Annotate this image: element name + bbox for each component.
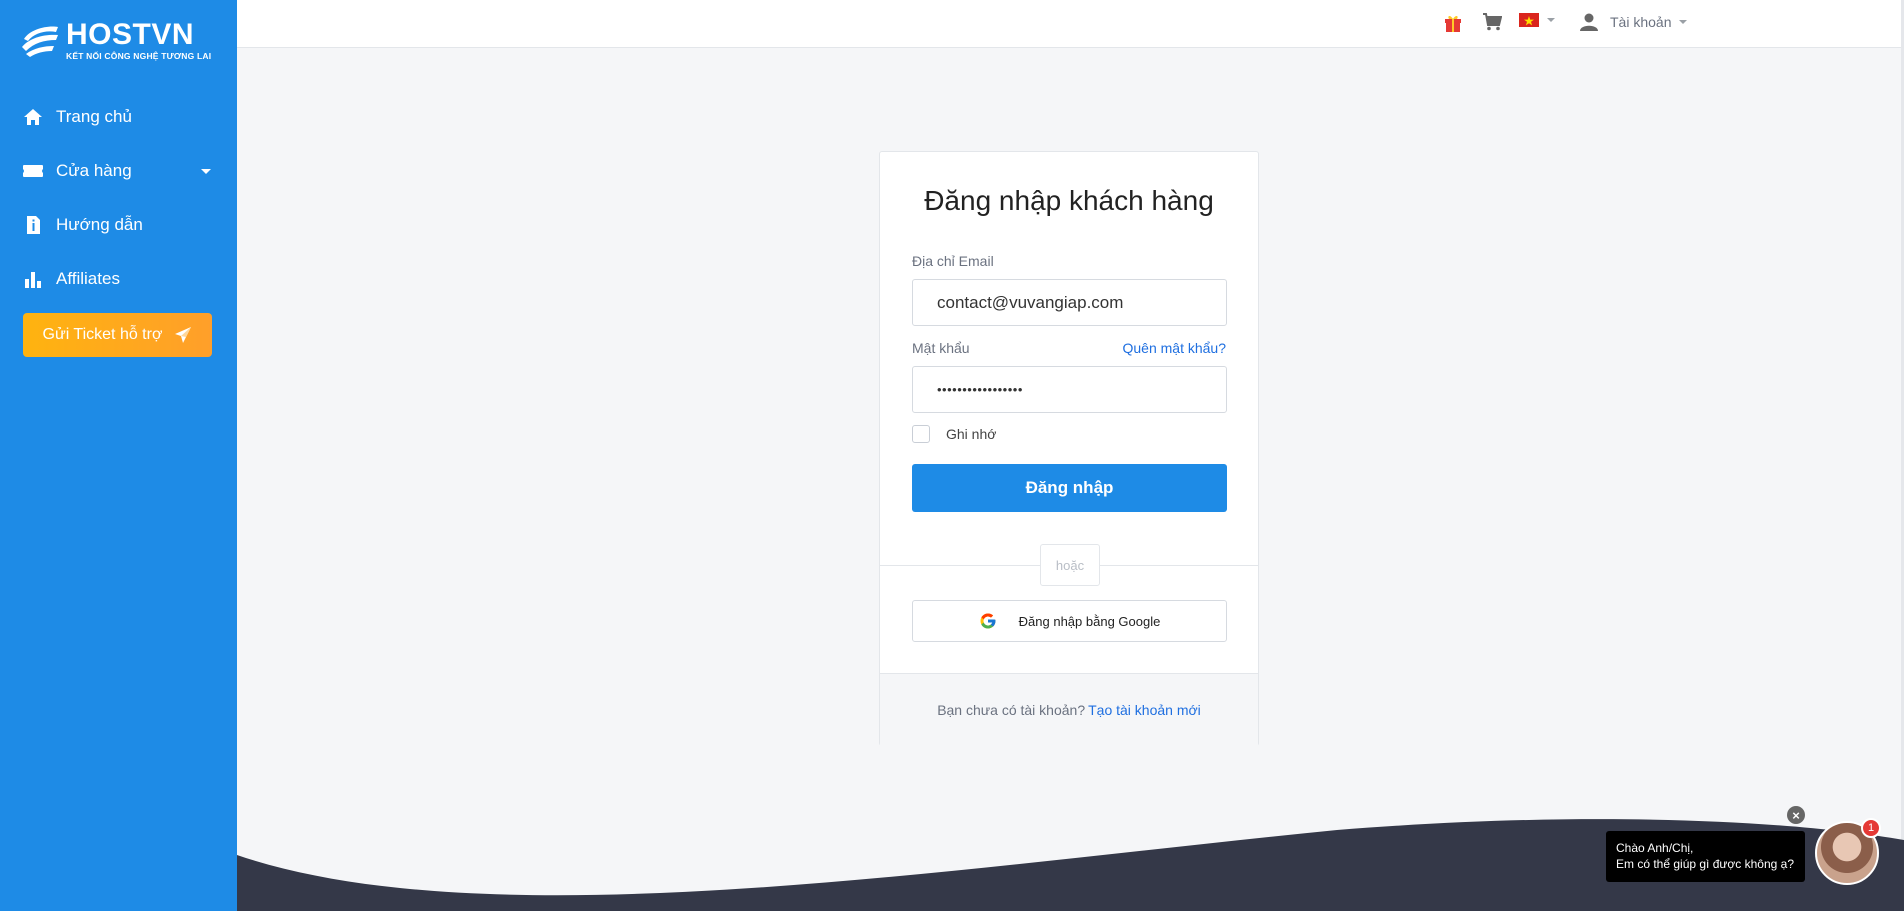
ticket-icon (22, 160, 44, 182)
paper-plane-icon (175, 327, 192, 343)
email-field[interactable]: contact@vuvangiap.com (912, 279, 1227, 326)
sidebar: HOSTVN KẾT NỐI CÔNG NGHỆ TƯƠNG LAI Trang… (0, 0, 237, 911)
google-icon (980, 613, 996, 629)
sidebar-item-home[interactable]: Trang chủ (0, 90, 237, 144)
home-icon (22, 106, 44, 128)
google-login-label: Đăng nhập bằng Google (1018, 613, 1161, 629)
sidebar-item-affiliates[interactable]: Affiliates (0, 252, 237, 306)
user-icon (1580, 13, 1598, 31)
create-account-link[interactable]: Tạo tài khoản mới (1088, 702, 1201, 718)
brand-logo[interactable]: HOSTVN KẾT NỐI CÔNG NGHỆ TƯƠNG LAI (20, 20, 211, 61)
sidebar-item-label: Cửa hàng (56, 161, 132, 180)
document-info-icon (22, 214, 44, 236)
cart-icon[interactable] (1482, 13, 1502, 31)
or-separator: hoặc (1040, 544, 1100, 586)
vietnam-flag-icon (1519, 13, 1539, 27)
chat-unread-badge: 1 (1861, 818, 1881, 838)
chevron-down-icon (1547, 18, 1555, 22)
remember-label: Ghi nhớ (946, 426, 997, 442)
remember-me[interactable]: Ghi nhớ (912, 425, 996, 443)
logo-mark-icon (22, 26, 58, 57)
signup-footer: Bạn chưa có tài khoản? Tạo tài khoản mới (880, 673, 1258, 746)
brand-name: HOSTVN (66, 18, 195, 51)
chevron-down-icon (201, 169, 211, 174)
gift-icon[interactable] (1444, 13, 1462, 33)
login-button[interactable]: Đăng nhập (912, 464, 1227, 512)
chat-line-1: Chào Anh/Chị, (1616, 841, 1694, 855)
top-bar: Tài khoản (237, 0, 1904, 48)
bar-chart-icon (22, 268, 44, 290)
password-label: Mật khẩu (912, 340, 970, 356)
google-login-button[interactable]: Đăng nhập bằng Google (912, 600, 1227, 642)
login-title: Đăng nhập khách hàng (924, 185, 1214, 216)
sidebar-item-store[interactable]: Cửa hàng (0, 144, 237, 198)
sidebar-item-guide[interactable]: Hướng dẫn (0, 198, 237, 252)
chevron-down-icon (1679, 20, 1688, 24)
sidebar-item-label: Trang chủ (56, 107, 132, 126)
sidebar-item-label: Hướng dẫn (56, 215, 143, 234)
chat-close-icon[interactable]: × (1787, 806, 1805, 824)
brand-tagline: KẾT NỐI CÔNG NGHỆ TƯƠNG LAI (66, 51, 212, 61)
language-selector[interactable] (1519, 13, 1555, 27)
no-account-text: Bạn chưa có tài khoản? (937, 702, 1086, 718)
sidebar-nav: Trang chủ Cửa hàng Hướng dẫn Affiliates (0, 90, 237, 306)
account-menu[interactable]: Tài khoản (1580, 12, 1688, 32)
chat-line-2: Em có thể giúp gì được không ạ? (1616, 857, 1795, 871)
forgot-password-link[interactable]: Quên mật khẩu? (1122, 340, 1226, 356)
email-label: Địa chỉ Email (912, 253, 994, 269)
remember-checkbox[interactable] (912, 425, 930, 443)
password-field[interactable]: ••••••••••••••••• (912, 366, 1227, 413)
send-ticket-button[interactable]: Gửi Ticket hỗ trợ (23, 313, 212, 357)
sidebar-item-label: Affiliates (56, 269, 120, 288)
login-card: Đăng nhập khách hàng Địa chỉ Email conta… (879, 151, 1259, 746)
chat-greeting-bubble[interactable]: Chào Anh/Chị, Em có thể giúp gì được khô… (1606, 831, 1805, 882)
account-label: Tài khoản (1610, 14, 1672, 30)
send-ticket-label: Gửi Ticket hỗ trợ (42, 326, 163, 343)
